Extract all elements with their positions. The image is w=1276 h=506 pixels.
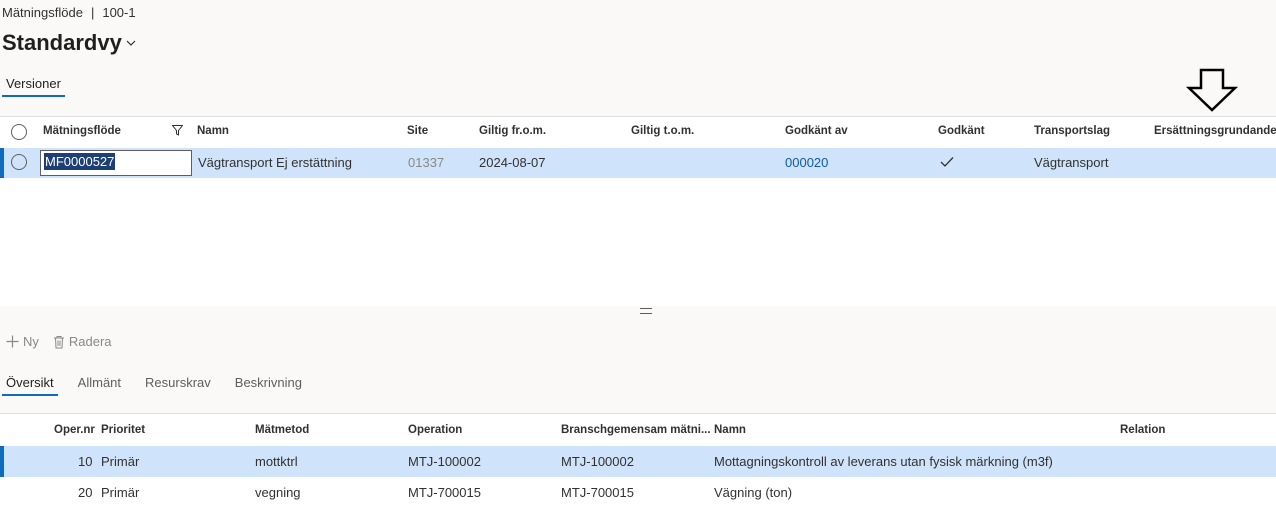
tab-versioner[interactable]: Versioner — [2, 76, 65, 97]
col-header-namn[interactable]: Namn — [197, 125, 229, 137]
cell-operation-link[interactable]: MTJ-100002 — [408, 454, 481, 469]
select-all-radio[interactable] — [11, 124, 27, 140]
col-header-bransch[interactable]: Branschgemensam mätni... — [561, 424, 711, 436]
new-button-label: Ny — [23, 334, 39, 349]
cell-oper-nr: 20 — [78, 485, 93, 500]
breadcrumb-entity: Mätningsflöde — [2, 5, 83, 20]
view-title: Standardvy — [2, 30, 122, 55]
col-header-prioritet[interactable]: Prioritet — [101, 424, 145, 436]
cell-giltig-from: 2024-08-07 — [479, 155, 546, 170]
tab-beskrivning[interactable]: Beskrivning — [231, 375, 306, 396]
trash-icon — [53, 335, 64, 348]
tab-resurskrav[interactable]: Resurskrav — [141, 375, 215, 396]
cell-matmetod-link[interactable]: mottktrl — [255, 454, 298, 469]
col-header-oper-nr[interactable]: Oper.nr — [54, 424, 95, 436]
view-selector[interactable]: Standardvy — [2, 30, 136, 56]
col-header-godkant-av[interactable]: Godkänt av — [785, 125, 848, 137]
cell-namn: Vägning (ton) — [714, 485, 793, 500]
check-icon — [940, 157, 954, 167]
col-header-matningsflode[interactable]: Mätningsflöde — [43, 125, 121, 137]
table-row[interactable]: 10 Primär mottktrl MTJ-100002 MTJ-100002… — [0, 446, 1276, 477]
cell-prioritet: Primär — [101, 485, 140, 500]
row-select-radio[interactable] — [11, 154, 27, 170]
cell-site: 01337 — [408, 155, 445, 170]
col-header-giltig-tom[interactable]: Giltig t.o.m. — [631, 125, 694, 137]
cell-namn: Mottagningskontroll av leverans utan fys… — [714, 454, 1053, 469]
table-row[interactable]: MF0000527 Vägtransport Ej erstättning 01… — [0, 148, 1276, 178]
tab-allmant[interactable]: Allmänt — [74, 375, 125, 396]
operations-grid: Oper.nr Prioritet Mätmetod Operation Bra… — [0, 413, 1276, 506]
col-header-matmetod[interactable]: Mätmetod — [255, 424, 309, 436]
col-header-site[interactable]: Site — [407, 125, 428, 137]
col-header-operation[interactable]: Operation — [408, 424, 462, 436]
cell-operation: MTJ-700015 — [408, 485, 481, 500]
versions-grid-header: Mätningsflöde Namn Site Giltig fr.o.m. G… — [0, 117, 1276, 147]
plus-icon — [6, 335, 19, 348]
col-header-godkant[interactable]: Godkänt — [938, 125, 985, 137]
delete-button-label: Radera — [68, 334, 112, 349]
breadcrumb-separator: | — [90, 5, 95, 20]
col-header-relation[interactable]: Relation — [1120, 424, 1165, 436]
col-header-ersattningsgrundande[interactable]: Ersättningsgrundande — [1154, 125, 1276, 137]
breadcrumb: Mätningsflöde | 100-1 — [2, 5, 136, 20]
col-header-transportslag[interactable]: Transportslag — [1034, 125, 1110, 137]
breadcrumb-record: 100-1 — [102, 5, 136, 20]
cell-godkant-av-link[interactable]: 000020 — [785, 155, 828, 170]
versions-grid: Mätningsflöde Namn Site Giltig fr.o.m. G… — [0, 116, 1276, 306]
cell-bransch: MTJ-700015 — [561, 485, 634, 500]
cell-matmetod: vegning — [255, 485, 301, 500]
delete-button[interactable]: Radera — [53, 334, 112, 349]
operations-toolbar: Ny Radera — [6, 334, 112, 349]
table-row[interactable]: 20 Primär vegning MTJ-700015 MTJ-700015 … — [0, 477, 1276, 506]
filter-icon[interactable] — [172, 125, 183, 136]
detail-tabs: Översikt Allmänt Resurskrav Beskrivning — [2, 375, 306, 396]
chevron-down-icon — [126, 40, 136, 46]
matningsflode-input[interactable]: MF0000527 — [40, 150, 192, 176]
pane-splitter-handle[interactable] — [640, 308, 652, 314]
cell-bransch-link[interactable]: MTJ-100002 — [561, 454, 634, 469]
tab-oversikt[interactable]: Översikt — [2, 375, 58, 396]
cell-prioritet: Primär — [101, 454, 140, 469]
cell-oper-nr: 10 — [78, 454, 93, 469]
new-button[interactable]: Ny — [6, 334, 39, 349]
cell-namn: Vägtransport Ej erstättning — [198, 155, 352, 170]
matningsflode-value: MF0000527 — [44, 153, 116, 170]
col-header-giltig-from[interactable]: Giltig fr.o.m. — [479, 125, 546, 137]
down-arrow-icon — [1185, 68, 1239, 112]
col-header-namn[interactable]: Namn — [714, 424, 746, 436]
cell-transportslag: Vägtransport — [1034, 155, 1109, 170]
